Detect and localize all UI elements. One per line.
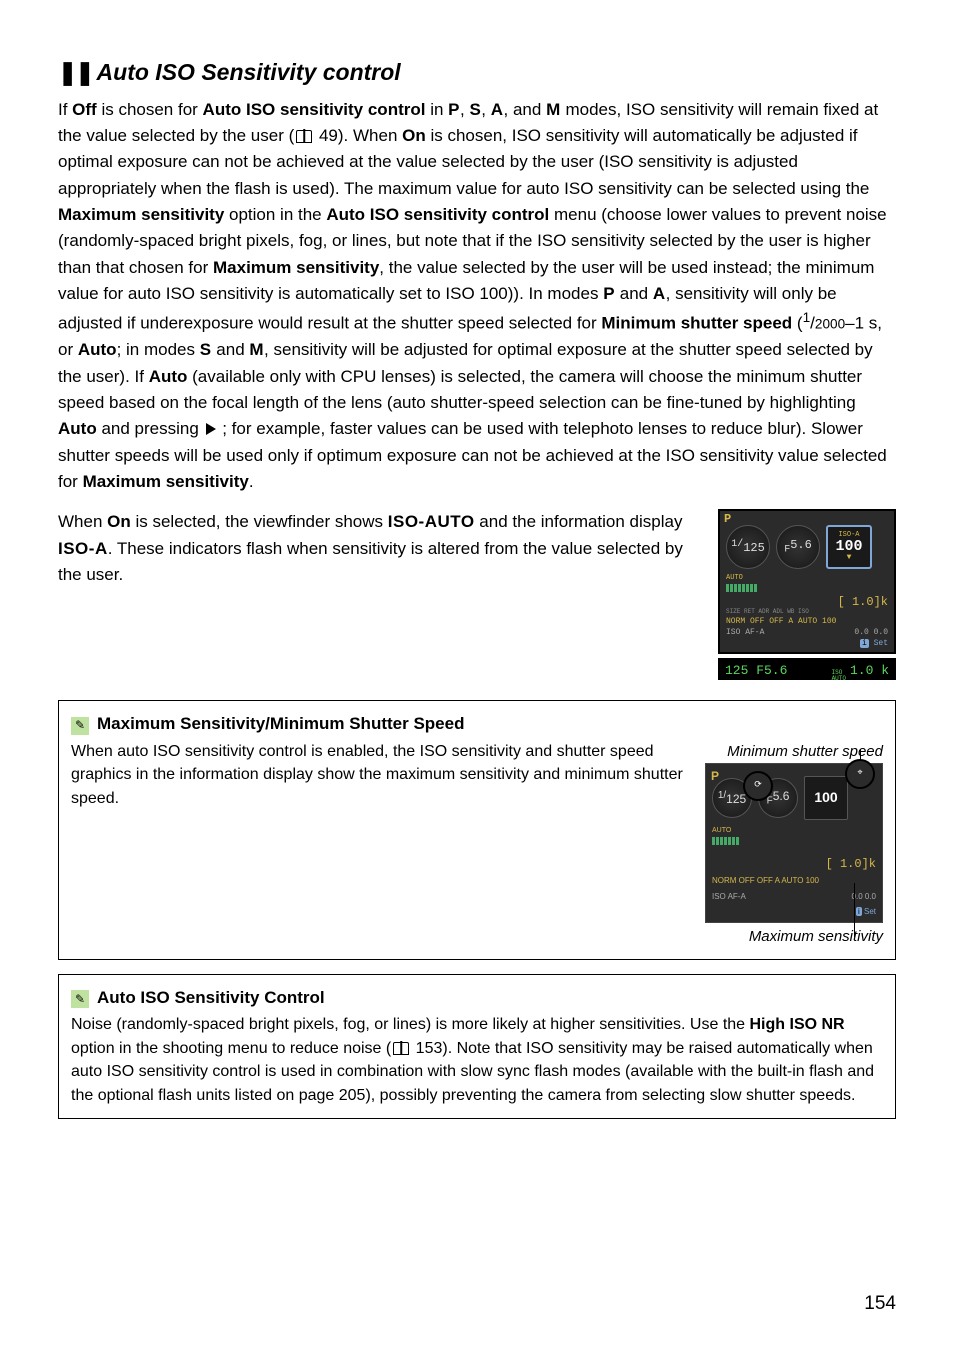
shutter-dial: 1/125 bbox=[726, 525, 770, 569]
note-icon: ✎ bbox=[71, 717, 89, 735]
page-number: 154 bbox=[864, 1289, 896, 1318]
viewfinder-strip: 125 F5.6 ISOAUTO 1.0 k bbox=[718, 658, 896, 680]
magnifier-top-icon: ⟳ bbox=[743, 771, 773, 801]
arrow-right-icon bbox=[206, 423, 216, 435]
page-ref-icon bbox=[296, 130, 312, 143]
callout-body: Noise (randomly-spaced bright pixels, fo… bbox=[71, 1013, 883, 1108]
magnifier-top-right-icon: ⌖ bbox=[845, 759, 875, 789]
annotated-display-screenshot: ⟳ ⌖ P 1/125 F5.6 100 AUTO [ 1.0]k NORM O… bbox=[705, 763, 883, 923]
aperture-dial: F5.6 bbox=[776, 525, 820, 569]
info-display-screenshot: P 1/125 F5.6 ISO-A 100 ▼ AUTO [ 1.0]k SI… bbox=[718, 509, 896, 654]
body-para-2: When On is selected, the viewfinder show… bbox=[58, 509, 704, 588]
callout-max-min: ✎ Maximum Sensitivity/Minimum Shutter Sp… bbox=[58, 700, 896, 959]
iso-auto-indicator: ISO-A 100 ▼ bbox=[826, 525, 872, 569]
page-ref-icon bbox=[393, 1042, 409, 1055]
callout-title: Auto ISO Sensitivity Control bbox=[97, 985, 325, 1011]
note-icon: ✎ bbox=[71, 990, 89, 1008]
callout-auto-iso: ✎ Auto ISO Sensitivity Control Noise (ra… bbox=[58, 974, 896, 1119]
heading-text: Auto ISO Sensitivity control bbox=[97, 59, 401, 85]
body-para-1: If Off is chosen for Auto ISO sensitivit… bbox=[58, 97, 896, 496]
annotation-max-sens: Maximum sensitivity bbox=[705, 925, 883, 948]
section-heading: ❚❚Auto ISO Sensitivity control bbox=[58, 55, 896, 91]
heading-squares-icon: ❚❚ bbox=[58, 59, 93, 85]
callout-body: When auto ISO sensitivity control is ena… bbox=[71, 740, 691, 811]
callout-title: Maximum Sensitivity/Minimum Shutter Spee… bbox=[97, 711, 464, 737]
